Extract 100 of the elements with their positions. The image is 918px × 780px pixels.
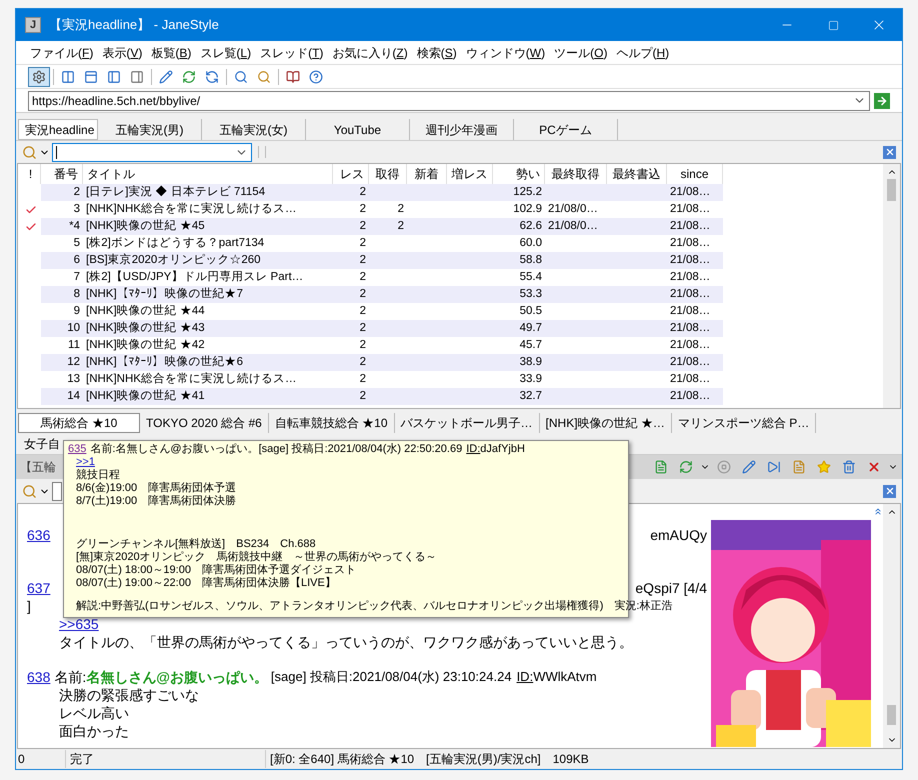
post-header: emAUQy [650,526,708,544]
search-icon[interactable] [257,70,271,84]
poster-name: 名無しさん@お腹いっぱい。 [86,668,268,686]
app-icon: J [25,17,41,33]
table-row[interactable]: 10 [NHK]映像の世紀 ★43 2 49.7 21/08… [41,320,723,337]
table-row[interactable]: 6 [BS]東京2020オリンピック☆260 2 58.8 21/08… [41,252,723,269]
menu-item[interactable]: ウィンドウ(W) [466,44,546,62]
table-row[interactable]: 8 [NHK]【ﾏﾀｰﾘ】映像の世紀★7 2 53.3 21/08… [41,286,723,303]
table-cell: [NHK]映像の世紀 ★45 [86,220,205,232]
table-cell: 10 [67,322,80,334]
panel-top-icon[interactable] [84,70,98,84]
thread-tab[interactable]: 馬術総合 ★10 [18,413,140,433]
table-row[interactable]: 14 [NHK]映像の世紀 ★41 2 32.7 21/08… [41,388,723,405]
menu-item[interactable]: お気に入り(Z) [332,44,408,62]
search-field[interactable] [52,482,62,500]
scrollbar[interactable] [883,164,900,408]
panel-right-icon[interactable] [130,70,144,84]
post-number-link[interactable]: 637 [27,579,50,597]
menu-item[interactable]: 表示(V) [102,44,142,62]
columns-icon[interactable] [61,70,75,84]
skip-icon[interactable] [767,460,781,474]
search-field[interactable] [52,142,252,162]
refresh-icon[interactable] [182,70,196,84]
anchor-link[interactable]: >>1 [76,456,95,468]
table-cell: 2 [360,237,366,249]
column-header[interactable]: ! [21,164,41,184]
popup-text: 08/07(土) 18:00～19:00 障害馬術団体予選ダイジェスト [76,564,356,576]
table-cell: 7 [74,271,80,283]
menu-item[interactable]: ファイル(F) [30,44,94,62]
panel-left-icon[interactable] [107,70,121,84]
post-header: ] [27,598,31,614]
arrow-right-icon [876,94,888,106]
post-text: レベル高い [59,705,129,721]
star-icon[interactable] [817,460,831,474]
thread-tab[interactable]: [NHK]映像の世紀 ★… [540,413,672,433]
table-cell: 33.9 [520,373,542,385]
scroll-thumb[interactable] [887,179,896,201]
menu-item[interactable]: ツール(O) [554,44,608,62]
refresh-all-icon[interactable] [205,70,219,84]
menu-item[interactable]: 板覧(B) [151,44,192,62]
close-icon [884,486,894,496]
scroll-thumb[interactable] [887,705,896,725]
table-cell: 2 [360,288,366,300]
address-field[interactable]: https://headline.5ch.net/bbylive/ [28,90,870,110]
menu-item[interactable]: スレ覧(L) [200,44,252,62]
close-button[interactable] [883,484,896,498]
board-tab[interactable]: 週刊少年漫画 [410,119,514,140]
pen-icon[interactable] [742,460,756,474]
table-cell: 21/08… [670,339,710,351]
thread-tab[interactable]: マリンスポーツ総合 P… [672,413,816,433]
table-cell: [日テレ]実況 ◆ 日本テレビ 71154 [86,186,266,198]
post-number-link[interactable]: 635 [68,443,86,456]
menu-item[interactable]: 検索(S) [416,44,457,62]
board-tab[interactable]: 五輪実況(女) [202,119,306,140]
thread-tab[interactable]: バスケットボール男子… [394,413,540,433]
trash-icon[interactable] [842,460,856,474]
board-tab[interactable]: 実況headline [18,119,98,140]
note-icon[interactable] [792,460,806,474]
menu-item[interactable]: スレッド(T) [260,44,324,62]
pencil-icon[interactable] [159,70,173,84]
popup-text: 08/07(土) 19:00～22:00 障害馬術団体決勝【LIVE】 [76,577,336,589]
thread-tab[interactable]: 自転車競技総合 ★10 [268,413,395,433]
table-cell: 53.3 [520,288,542,300]
thread-tab[interactable]: TOKYO 2020 総合 #6 [140,413,269,433]
id-label: ID: [466,443,480,456]
refresh-icon[interactable] [679,460,693,474]
post-number-link[interactable]: 636 [27,526,50,544]
thread-tab[interactable]: 女子自 [18,434,66,454]
table-row[interactable]: 12 [NHK]【ﾏﾀｰﾘ】映像の世紀★6 2 38.9 21/08… [41,354,723,371]
scroll-top-icon[interactable] [873,506,883,517]
table-cell: [NHK]【ﾏﾀｰﾘ】映像の世紀★7 [86,288,244,300]
window-title: 【実況headline】 - JaneStyle [49,16,219,34]
table-cell: 2 [360,271,366,283]
settings-icon[interactable] [32,70,46,84]
table-cell: 2 [360,203,366,215]
table-cell: 14 [67,390,80,402]
table-cell: 2 [360,220,366,232]
close-icon[interactable] [867,460,881,474]
search-window-icon[interactable] [234,70,248,84]
close-button[interactable] [883,146,896,158]
maximize-icon[interactable] [828,20,838,30]
book-icon[interactable] [286,70,300,84]
help-icon[interactable] [309,70,323,84]
table-row[interactable]: *4 [NHK]映像の世紀 ★45 2 2 62.6 21/08/0… 21/08… [41,218,723,235]
go-button[interactable] [874,92,890,108]
document-icon[interactable] [654,460,668,474]
board-tab[interactable]: PCゲーム [514,119,618,140]
anchor-link[interactable]: >>635 [59,616,99,632]
menu-item[interactable]: ヘルプ(H) [616,44,670,62]
post-number-link[interactable]: 638 [27,668,50,686]
table-row[interactable]: 2 [日テレ]実況 ◆ 日本テレビ 71154 2 125.2 21/08… [41,184,723,201]
table-cell: 11 [68,339,80,351]
table-cell: 21/08… [670,288,710,300]
toggle-button[interactable] [28,66,50,86]
poster-id: WWlkAtvm [533,668,597,686]
board-tab[interactable]: 五輪実況(男) [98,119,202,140]
id-label: ID: [516,668,534,686]
table-cell: 60.0 [520,237,542,249]
board-tab[interactable]: YouTube [306,119,410,140]
scrollbar[interactable] [883,504,900,748]
